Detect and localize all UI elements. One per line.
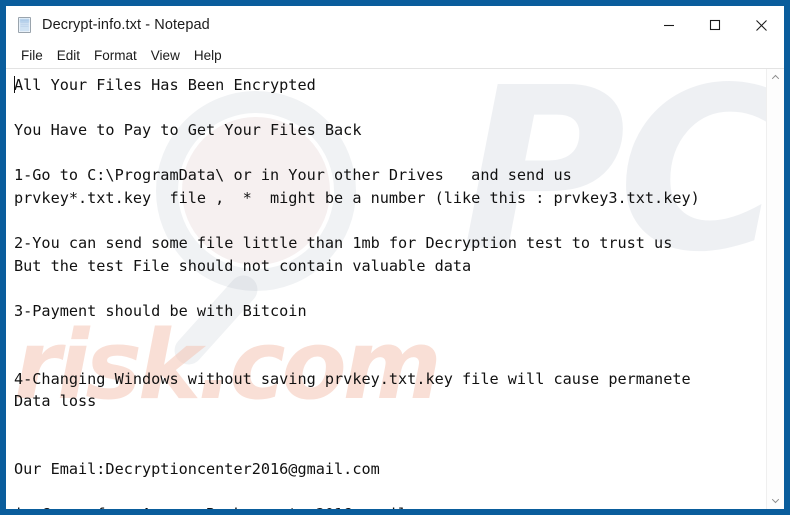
- notepad-document-icon: [16, 16, 34, 34]
- menu-item-edit[interactable]: Edit: [50, 46, 87, 66]
- menu-item-file[interactable]: File: [14, 46, 50, 66]
- scroll-up-button[interactable]: [767, 69, 784, 86]
- text-caret: [14, 76, 15, 93]
- maximize-icon: [709, 19, 721, 31]
- notepad-window: Decrypt-info.txt - Notepad File Edit For…: [0, 0, 790, 515]
- client-area: PC risk.com All Your Files Has Been Encr…: [6, 68, 784, 509]
- window-title: Decrypt-info.txt - Notepad: [42, 17, 210, 33]
- chevron-up-icon: [771, 74, 780, 80]
- text-editor-area[interactable]: PC risk.com All Your Files Has Been Encr…: [6, 69, 766, 509]
- menu-item-format[interactable]: Format: [87, 46, 144, 66]
- vertical-scrollbar[interactable]: [766, 69, 784, 509]
- scroll-down-button[interactable]: [767, 492, 784, 509]
- minimize-button[interactable]: [646, 6, 692, 44]
- window-controls: [646, 6, 784, 44]
- title-bar[interactable]: Decrypt-info.txt - Notepad: [6, 6, 784, 44]
- close-button[interactable]: [738, 6, 784, 44]
- menu-item-view[interactable]: View: [144, 46, 187, 66]
- close-icon: [755, 19, 767, 31]
- minimize-icon: [664, 24, 674, 27]
- menu-bar: File Edit Format View Help: [6, 44, 784, 68]
- chevron-down-icon: [771, 498, 780, 504]
- maximize-button[interactable]: [692, 6, 738, 44]
- scrollbar-track[interactable]: [767, 86, 784, 492]
- ransom-note-text[interactable]: All Your Files Has Been Encrypted You Ha…: [6, 69, 766, 509]
- menu-item-help[interactable]: Help: [187, 46, 229, 66]
